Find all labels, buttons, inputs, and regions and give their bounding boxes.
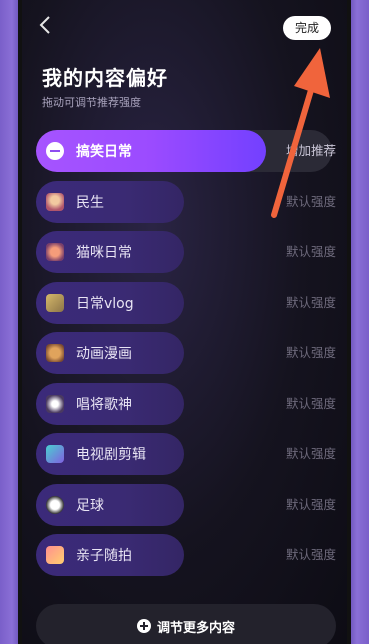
preference-slider[interactable]: 亲子随拍 [36, 534, 184, 576]
preference-slider[interactable]: 动画漫画 [36, 332, 184, 374]
list-item[interactable]: 日常vlog 默认强度 [36, 281, 336, 324]
preference-slider[interactable]: 电视剧剪辑 [36, 433, 184, 475]
preference-label: 电视剧剪辑 [76, 447, 146, 463]
sing-icon [46, 394, 64, 413]
list-item[interactable]: 唱将歌神 默认强度 [36, 382, 336, 425]
list-item[interactable]: 亲子随拍 默认强度 [36, 534, 336, 576]
family-icon [46, 546, 64, 564]
more-content-button[interactable]: 调节更多内容 [36, 604, 336, 644]
football-icon [46, 495, 64, 514]
preference-label: 搞笑日常 [76, 144, 132, 160]
preference-label: 猫咪日常 [76, 245, 132, 261]
list-item[interactable]: 猫咪日常 默认强度 [36, 231, 336, 273]
list-item[interactable]: 电视剧剪辑 默认强度 [36, 433, 336, 475]
preference-label: 唱将歌神 [76, 396, 132, 413]
chevron-left-icon [39, 16, 50, 34]
daily-icon [46, 293, 64, 312]
preference-label: 日常vlog [76, 295, 134, 312]
annotation-arrow-icon [271, 48, 330, 218]
preference-slider[interactable]: 日常vlog [36, 281, 184, 324]
anime-icon [46, 344, 64, 362]
preference-slider[interactable]: 搞笑日常 [36, 130, 266, 172]
preference-label: 足球 [76, 497, 104, 514]
strength-label: 默认强度 [285, 547, 336, 562]
preference-slider[interactable]: 唱将歌神 [36, 382, 184, 425]
strength-label: 默认强度 [285, 395, 336, 411]
strength-label: 默认强度 [285, 345, 336, 360]
minus-circle-icon[interactable] [46, 142, 64, 160]
back-button[interactable] [38, 14, 54, 40]
phone-screen: 完成 我的内容偏好 拖动可调节推荐强度 搞笑日常 增加推荐 民生 默认强度 猫咪… [18, 0, 351, 644]
strength-label: 默认强度 [285, 496, 336, 512]
preference-label: 动画漫画 [76, 346, 132, 362]
preference-slider[interactable]: 猫咪日常 [36, 231, 184, 273]
preference-label: 民生 [76, 194, 104, 211]
list-item[interactable]: 动画漫画 默认强度 [36, 332, 336, 374]
preference-slider[interactable]: 民生 [36, 180, 184, 223]
more-content-label: 调节更多内容 [156, 620, 235, 636]
strength-label: 默认强度 [285, 294, 336, 310]
list-item[interactable]: 足球 默认强度 [36, 483, 336, 526]
done-button[interactable]: 完成 [283, 16, 331, 40]
strength-label: 默认强度 [285, 244, 336, 259]
strength-label: 默认强度 [285, 446, 336, 461]
plus-circle-icon [136, 619, 151, 633]
cat-icon [46, 243, 64, 261]
preference-slider[interactable]: 足球 [36, 483, 184, 526]
tv-icon [46, 445, 64, 463]
people-icon [46, 192, 64, 211]
page-title: 我的内容偏好 [42, 66, 168, 90]
preference-label: 亲子随拍 [76, 548, 132, 564]
page-subtitle: 拖动可调节推荐强度 [42, 96, 141, 109]
